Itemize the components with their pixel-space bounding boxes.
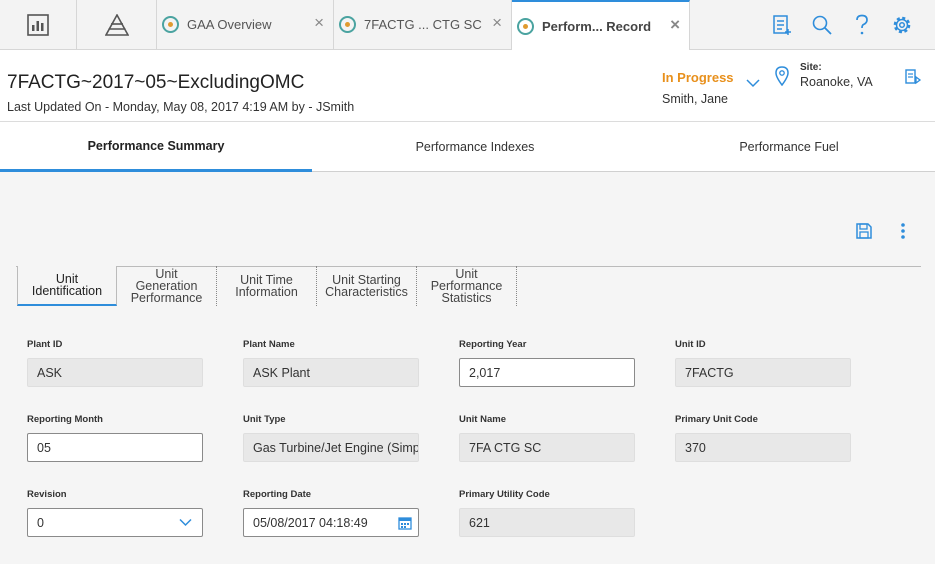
top-tab-bar: GAA Overview × 7FACTG ... CTG SC × Perfo… <box>0 0 935 50</box>
unit-id-label: Unit ID <box>675 339 706 350</box>
tab-performance-fuel[interactable]: Performance Fuel <box>634 122 935 172</box>
asset-hierarchy-icon <box>104 13 129 36</box>
reporting-date-value: 05/08/2017 04:18:49 <box>253 515 368 530</box>
subtab-label: Performance <box>130 291 203 305</box>
plant-id-label: Plant ID <box>27 339 63 350</box>
dashboard-button[interactable] <box>0 0 77 49</box>
tab-label: Perform... Record <box>542 18 652 34</box>
last-updated-text: Last Updated On - Monday, May 08, 2017 4… <box>7 100 355 114</box>
chevron-down-icon <box>179 518 192 527</box>
reporting-month-label: Reporting Month <box>27 414 103 425</box>
primary-utility-code-label: Primary Utility Code <box>459 489 550 500</box>
tab-unit-record[interactable]: 7FACTG ... CTG SC × <box>334 0 512 49</box>
subtab-label: Statistics <box>441 291 492 305</box>
asset-hierarchy-button[interactable] <box>77 0 157 49</box>
tab-performance-summary[interactable]: Performance Summary <box>0 122 312 172</box>
calendar-icon[interactable] <box>398 516 412 530</box>
subtab-unit-identification[interactable]: Unit Identification <box>17 266 117 306</box>
queue-icon <box>773 15 791 35</box>
settings-icon <box>893 16 911 34</box>
section-tab-bar: Performance Summary Performance Indexes … <box>0 122 935 172</box>
tab-performance-indexes[interactable]: Performance Indexes <box>320 122 630 172</box>
site-label: Site: <box>800 62 822 73</box>
subtab-label: Characteristics <box>325 285 408 299</box>
subtab-label: Information <box>235 285 298 299</box>
close-icon[interactable]: × <box>670 16 680 33</box>
unit-type-field: Gas Turbine/Jet Engine (Simp <box>243 433 419 462</box>
help-icon <box>856 14 868 35</box>
tab-gaa-overview[interactable]: GAA Overview × <box>157 0 334 49</box>
subtab-unit-performance-statistics[interactable]: Unit Performance Statistics <box>417 266 517 306</box>
unit-name-label: Unit Name <box>459 414 506 425</box>
reporting-month-field[interactable]: 05 <box>27 433 203 462</box>
search-icon <box>812 15 832 35</box>
primary-utility-code-field: 621 <box>459 508 635 537</box>
primary-unit-code-field: 370 <box>675 433 851 462</box>
close-icon[interactable]: × <box>314 14 324 31</box>
state-owner: Smith, Jane <box>662 92 729 106</box>
revision-value: 0 <box>37 515 44 530</box>
reporting-year-field[interactable]: 2,017 <box>459 358 635 387</box>
tab-performance-record[interactable]: Perform... Record × <box>512 0 690 50</box>
location-pin-icon <box>775 66 789 86</box>
record-icon <box>162 16 179 33</box>
record-icon <box>339 16 356 33</box>
subtab-unit-starting-characteristics[interactable]: Unit Starting Characteristics <box>317 266 417 306</box>
subtab-unit-time-information[interactable]: Unit Time Information <box>217 266 317 306</box>
close-icon[interactable]: × <box>492 14 502 31</box>
unit-name-field: 7FA CTG SC <box>459 433 635 462</box>
plant-name-label: Plant Name <box>243 339 295 350</box>
chevron-down-icon[interactable] <box>746 78 760 88</box>
subtab-label: Identification <box>31 284 103 298</box>
primary-unit-code-label: Primary Unit Code <box>675 414 758 425</box>
record-header: 7FACTG~2017~05~ExcludingOMC Last Updated… <box>0 50 935 122</box>
tab-label: 7FACTG ... CTG SC <box>364 17 482 32</box>
revision-label: Revision <box>27 489 67 500</box>
queue-button[interactable] <box>769 12 795 38</box>
save-icon[interactable] <box>855 222 873 240</box>
plant-id-field: ASK <box>27 358 203 387</box>
reporting-year-label: Reporting Year <box>459 339 527 350</box>
unit-type-label: Unit Type <box>243 414 286 425</box>
tab-label: GAA Overview <box>187 17 272 32</box>
record-icon <box>517 17 534 35</box>
revision-select[interactable]: 0 <box>27 508 203 537</box>
plant-name-field: ASK Plant <box>243 358 419 387</box>
search-button[interactable] <box>809 12 835 38</box>
site-action-icon[interactable] <box>904 68 922 86</box>
reporting-date-label: Reporting Date <box>243 489 312 500</box>
unit-id-field: 7FACTG <box>675 358 851 387</box>
reporting-date-field[interactable]: 05/08/2017 04:18:49 <box>243 508 419 537</box>
dashboard-icon <box>27 13 49 36</box>
subtab-unit-generation-performance[interactable]: Unit Generation Performance <box>117 266 217 306</box>
record-title: 7FACTG~2017~05~ExcludingOMC <box>7 72 305 93</box>
help-button[interactable] <box>849 12 875 38</box>
settings-button[interactable] <box>889 12 915 38</box>
site-value: Roanoke, VA <box>800 75 873 89</box>
state-label[interactable]: In Progress <box>662 70 734 85</box>
more-options-icon[interactable] <box>897 222 909 240</box>
